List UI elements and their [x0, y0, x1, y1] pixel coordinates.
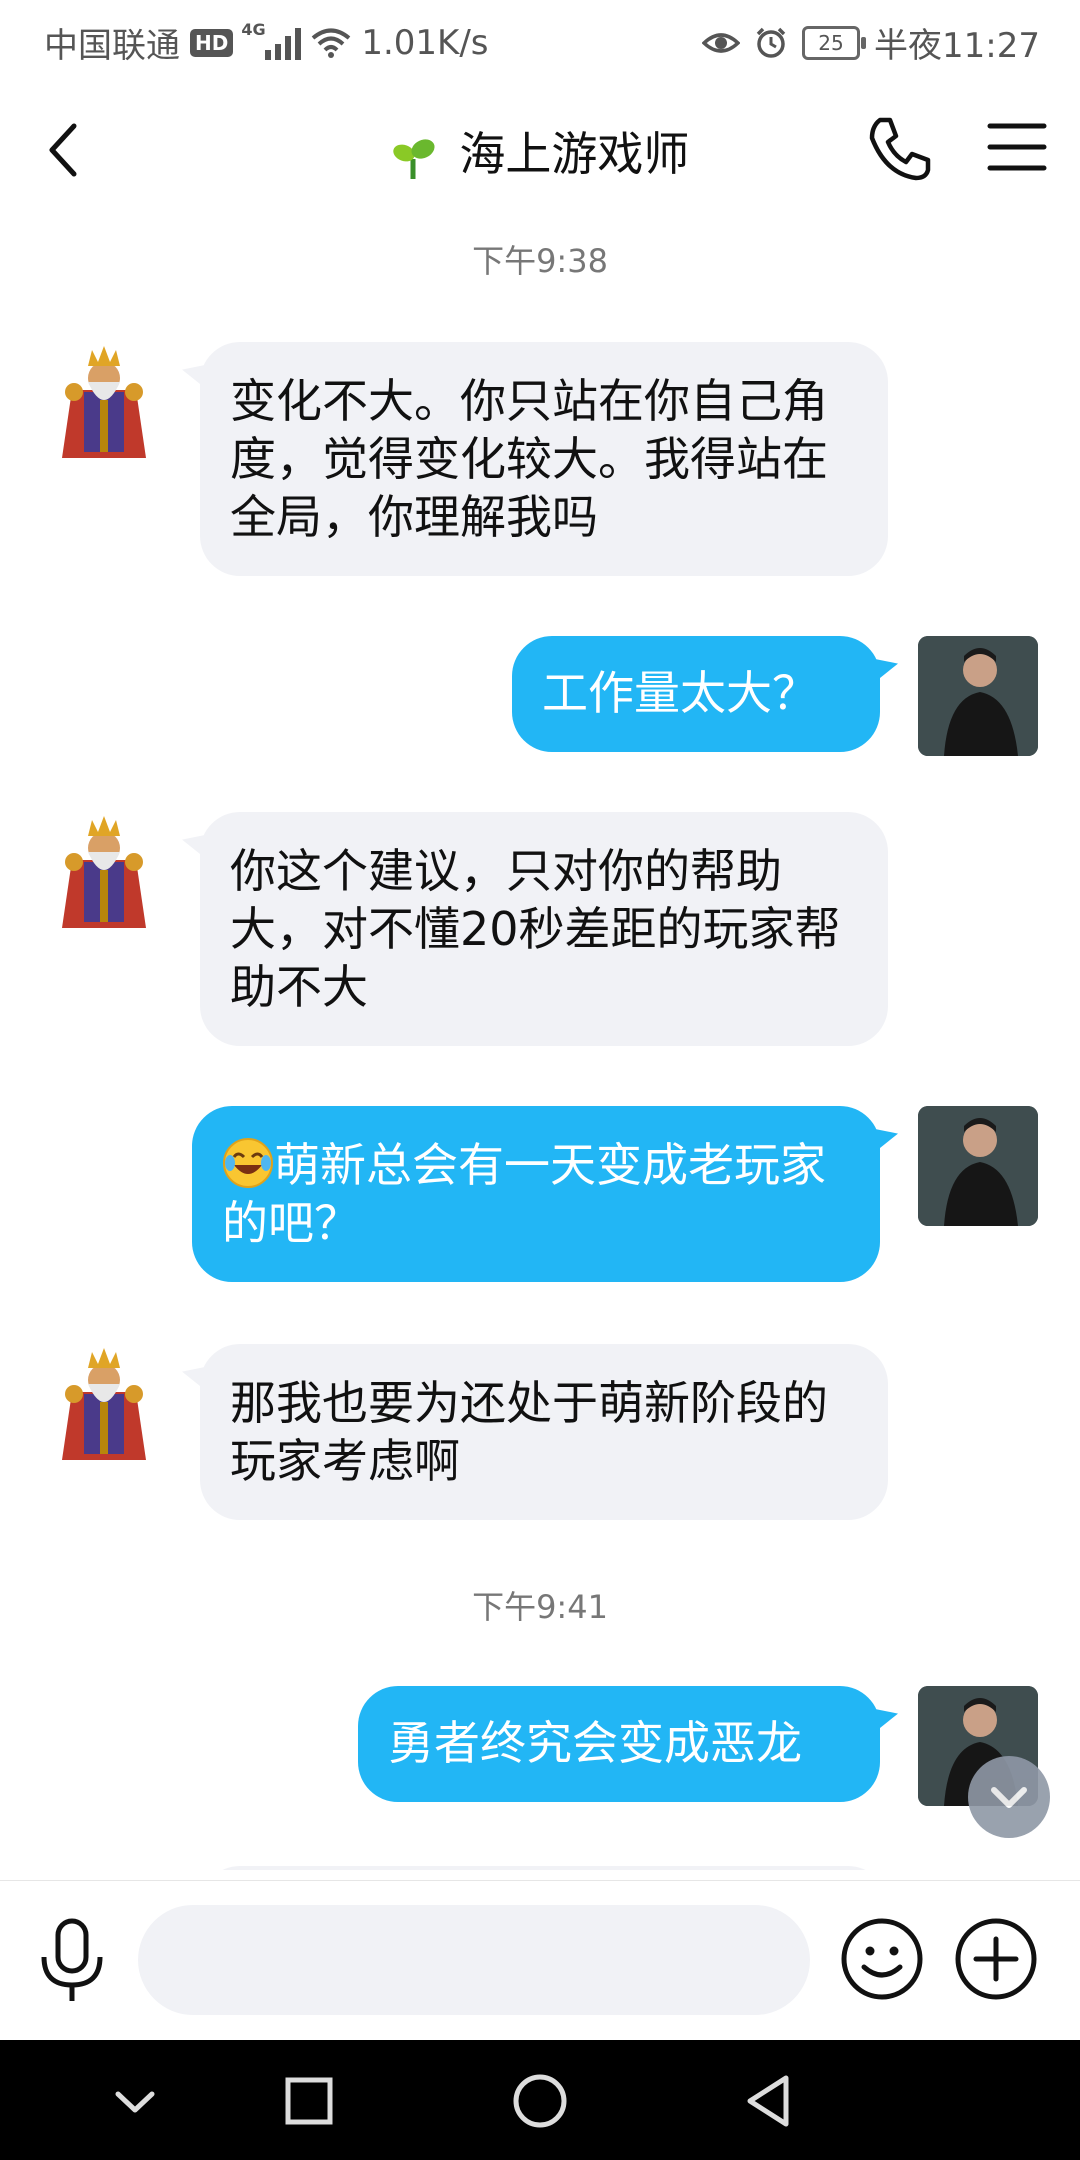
chevron-down-icon — [991, 1787, 1027, 1808]
bubble-tail — [182, 364, 210, 392]
status-left: 中国联通 HD 4G 1.01K/s — [44, 18, 489, 67]
message-bubble-incoming[interactable]: 你这个建议，只对你的帮助大，对不懂20秒差距的玩家帮助不大 — [182, 812, 888, 1046]
laughing-crying-emoji — [223, 1138, 273, 1188]
message-text: 你这个建议，只对你的帮助大，对不懂20秒差距的玩家帮助不大 — [230, 844, 841, 1014]
message-bubble-outgoing[interactable]: 工作量太大？ — [512, 636, 898, 752]
bubble-tail — [182, 1366, 210, 1394]
hd-badge: HD — [190, 28, 234, 57]
add-attachment-button[interactable] — [952, 1915, 1040, 2003]
input-bar — [0, 1880, 1080, 2041]
hide-keyboard-chevron-icon[interactable] — [100, 2066, 170, 2136]
chat-message-list[interactable]: 下午9:38 变化不大。你只站在你自己角度，觉得变化较大。我得站在全局，你理解我… — [0, 230, 1080, 1870]
timestamp: 下午9:41 — [472, 1588, 608, 1626]
contact-avatar[interactable] — [44, 340, 164, 460]
wifi-icon — [312, 28, 351, 58]
bubble-tail — [182, 834, 210, 862]
alarm-icon — [756, 27, 786, 58]
network-speed: 1.01K/s — [361, 22, 489, 63]
eye-icon — [702, 32, 741, 53]
contact-avatar[interactable] — [44, 1866, 164, 1870]
scroll-to-bottom-button[interactable] — [968, 1756, 1050, 1838]
back-nav-button[interactable] — [734, 2066, 804, 2136]
recent-apps-button[interactable] — [274, 2066, 344, 2136]
system-navigation-bar — [0, 2040, 1080, 2160]
network-type: 4G — [241, 19, 266, 39]
chat-header: 海上游戏师 — [0, 90, 1080, 200]
message-text: 工作量太大？ — [542, 666, 818, 720]
phone-call-button[interactable] — [860, 108, 940, 188]
battery-level: 25 — [818, 30, 844, 55]
home-button[interactable] — [505, 2066, 575, 2136]
message-text: 勇者终究会变成恶龙 — [388, 1716, 802, 1770]
chat-title: 海上游戏师 — [459, 127, 690, 181]
carrier-name: 中国联通 — [44, 26, 180, 66]
voice-input-button[interactable] — [32, 1915, 112, 2005]
emoji-button[interactable] — [838, 1915, 926, 2003]
timestamp: 下午9:38 — [472, 242, 608, 280]
contact-avatar[interactable] — [44, 1342, 164, 1462]
bubble-tail — [870, 1128, 898, 1156]
status-bar: 中国联通 HD 4G 1.01K/s 25 半夜11:27 — [0, 0, 1080, 72]
contact-avatar[interactable] — [44, 810, 164, 930]
bubble-tail — [870, 1708, 898, 1736]
message-input[interactable] — [138, 1905, 810, 2015]
message-bubble-incoming[interactable] — [200, 1866, 888, 1870]
message-text: 萌新总会有一天变成老玩家的吧？ — [222, 1138, 826, 1250]
menu-button[interactable] — [982, 112, 1052, 182]
user-avatar[interactable] — [918, 636, 1038, 756]
signal-icon: 4G — [241, 20, 302, 60]
clock: 半夜11:27 — [874, 26, 1040, 66]
sprout-icon — [392, 138, 435, 179]
message-text: 那我也要为还处于萌新阶段的玩家考虑啊 — [230, 1376, 828, 1488]
status-right: 25 半夜11:27 — [702, 18, 1040, 67]
battery-icon: 25 — [802, 25, 867, 60]
message-text: 变化不大。你只站在你自己角度，觉得变化较大。我得站在全局，你理解我吗 — [230, 374, 828, 544]
bubble-tail — [870, 658, 898, 686]
message-bubble-incoming[interactable]: 那我也要为还处于萌新阶段的玩家考虑啊 — [182, 1344, 888, 1520]
user-avatar[interactable] — [918, 1106, 1038, 1226]
message-bubble-outgoing[interactable]: 萌新总会有一天变成老玩家的吧？ — [192, 1106, 898, 1282]
message-bubble-outgoing[interactable]: 勇者终究会变成恶龙 — [358, 1686, 898, 1802]
message-bubble-incoming[interactable]: 变化不大。你只站在你自己角度，觉得变化较大。我得站在全局，你理解我吗 — [182, 342, 888, 576]
